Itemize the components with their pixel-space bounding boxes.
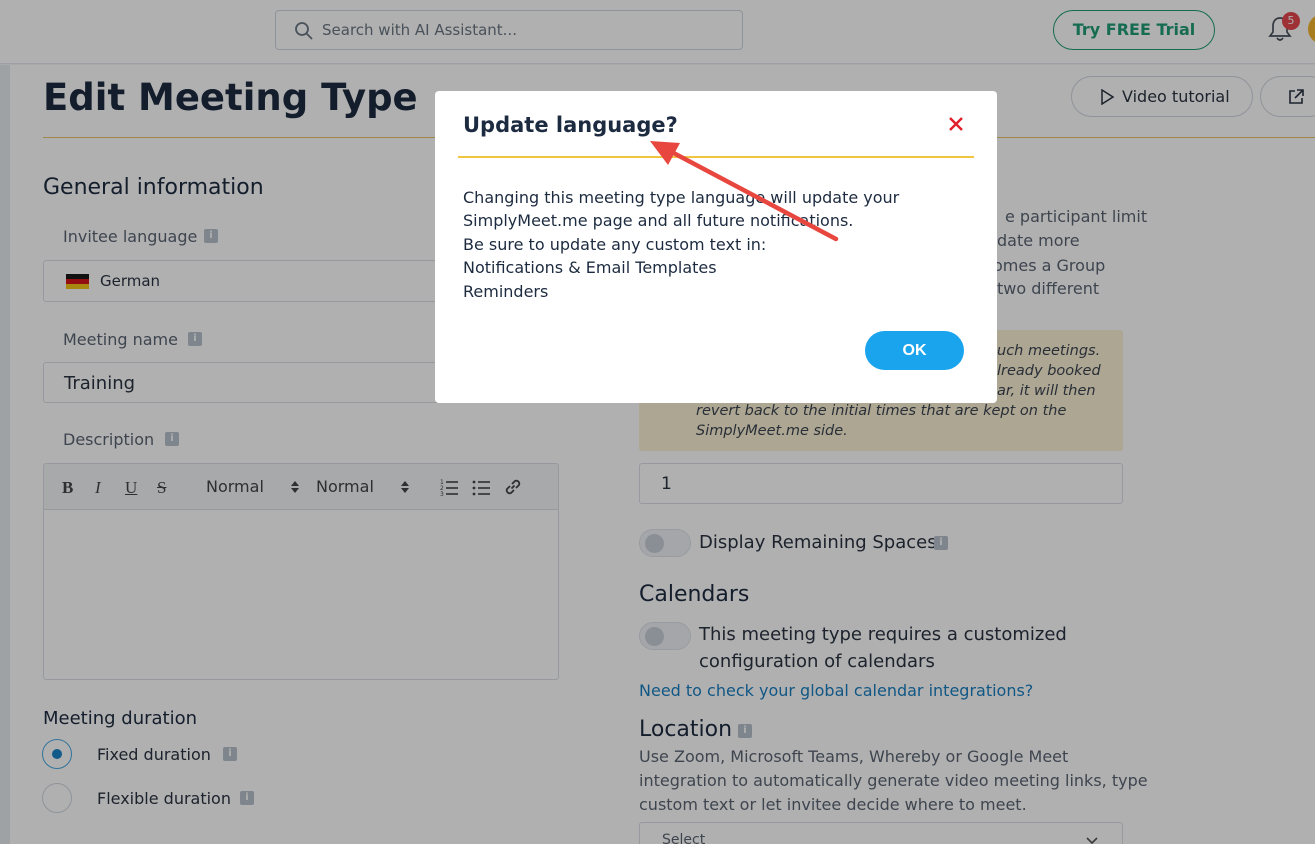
ok-button[interactable]: OK (865, 331, 964, 370)
annotation-arrow (650, 141, 839, 242)
close-icon[interactable] (945, 113, 967, 135)
dialog-title: Update language? (463, 113, 678, 137)
dialog-message-line: Reminders (463, 282, 549, 301)
dialog-message-line: Notifications & Email Templates (463, 258, 717, 277)
